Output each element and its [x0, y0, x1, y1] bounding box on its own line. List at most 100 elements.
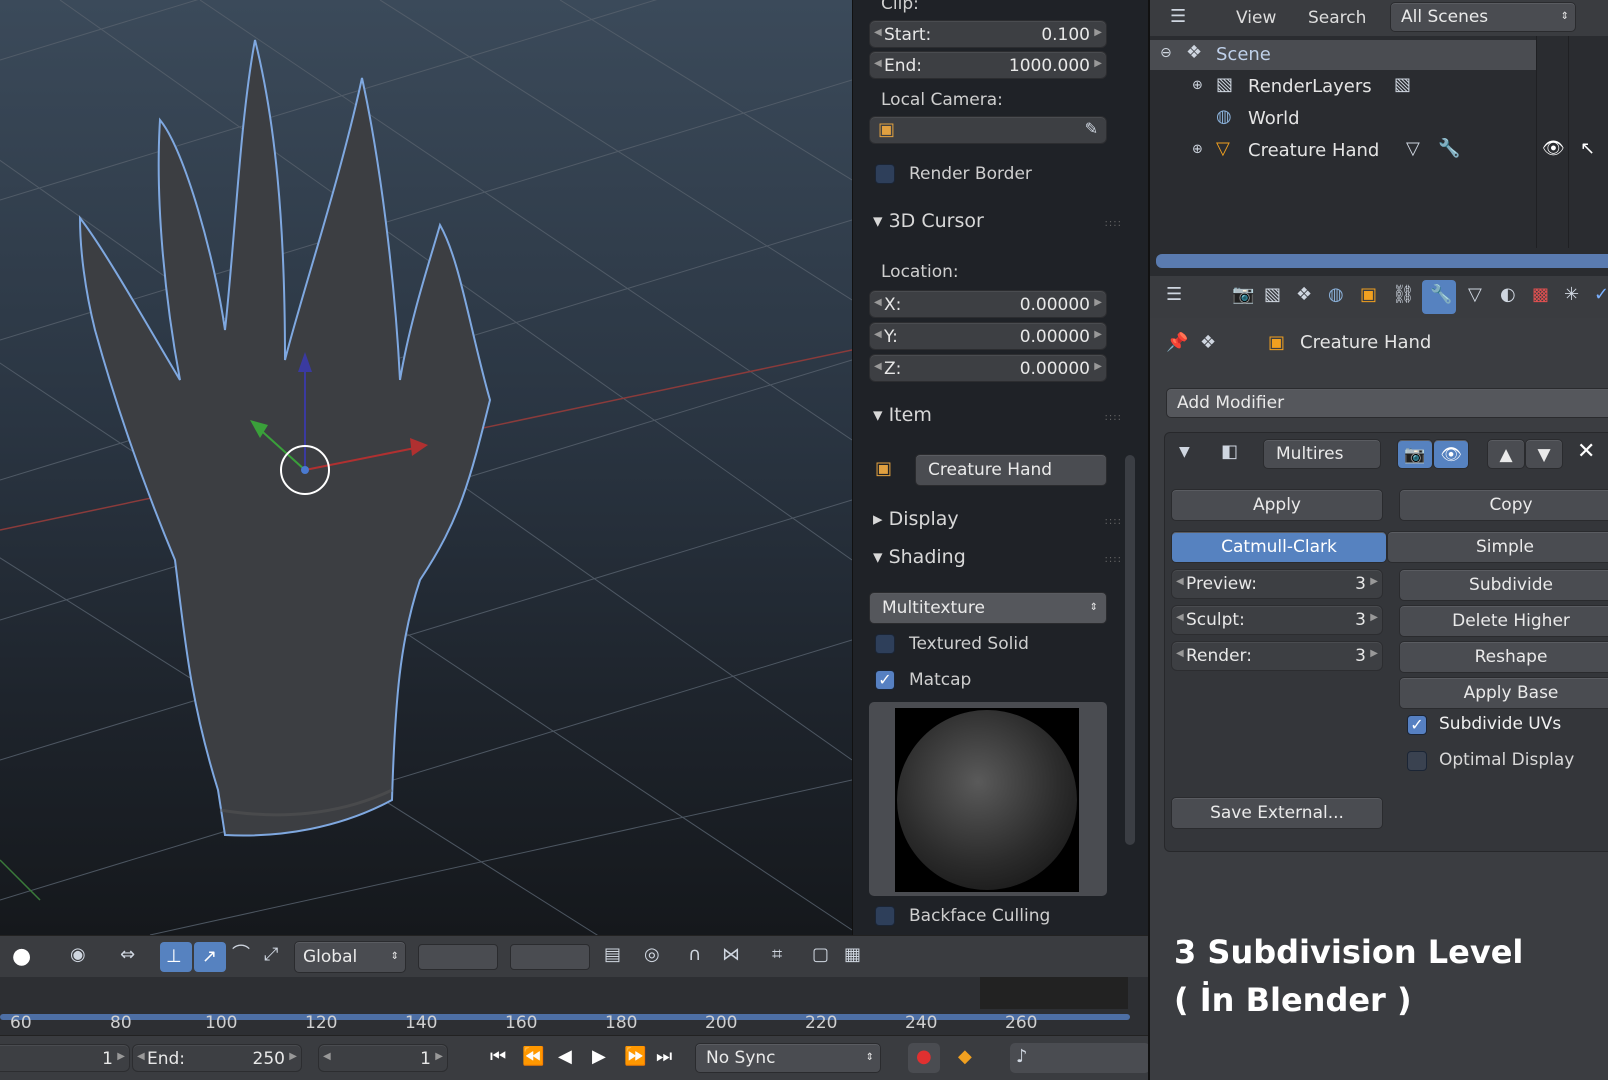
keying-set-field[interactable]: ♪ [1010, 1043, 1150, 1073]
translate-toggle[interactable]: ↗ [194, 942, 226, 972]
collapse-icon[interactable]: ⊖ [1160, 46, 1172, 60]
cursor-select-icon[interactable]: ↖ [1580, 140, 1595, 158]
apply-button[interactable]: Apply [1171, 489, 1383, 521]
collapse-arrow-icon[interactable]: ▼ [1179, 445, 1190, 459]
backface-culling-checkbox[interactable] [875, 906, 895, 926]
wrench-icon[interactable]: 🔧 [1438, 140, 1460, 158]
reshape-button[interactable]: Reshape [1399, 641, 1608, 673]
move-down-button[interactable]: ▼ [1525, 439, 1563, 469]
cursor-x-field[interactable]: ◀ X: 0.00000 ▶ [869, 290, 1107, 318]
play-reverse-icon[interactable]: ◀ [558, 1048, 572, 1066]
pin-icon[interactable]: 📌 [1166, 334, 1188, 352]
particles-tab-icon[interactable]: ✳ [1564, 286, 1579, 304]
record-button[interactable]: ● [908, 1043, 940, 1073]
editor-type-icon[interactable]: ☰ [1166, 286, 1182, 304]
drag-handle-icon[interactable]: :::: [1105, 554, 1122, 565]
layer-grid-2[interactable] [510, 944, 590, 970]
drag-handle-icon[interactable]: :::: [1105, 516, 1122, 527]
constraints-tab-icon[interactable]: ⛓ [1392, 286, 1415, 304]
render-camera-icon[interactable]: ▢ [812, 946, 829, 964]
jump-end-icon[interactable]: ⏭ [656, 1048, 672, 1066]
prev-keyframe-icon[interactable]: ⏪ [522, 1048, 544, 1066]
physics-tab-icon[interactable]: ✓ [1594, 286, 1608, 304]
render-border-checkbox[interactable] [875, 164, 895, 184]
scale-icon[interactable]: ⤢ [264, 946, 278, 964]
matcap-preview[interactable] [869, 702, 1107, 896]
object-tab-icon[interactable]: ▣ [1360, 286, 1377, 304]
outliner-row-scene[interactable]: ⊖ ❖ Scene [1150, 40, 1536, 70]
cursor-section-header[interactable]: ▾ 3D Cursor [873, 210, 984, 232]
pivot-icon[interactable]: ◉ [70, 946, 86, 964]
3d-viewport[interactable] [0, 0, 852, 935]
textured-solid-checkbox[interactable] [875, 634, 895, 654]
subdivide-button[interactable]: Subdivide [1399, 569, 1608, 601]
mesh-data-icon[interactable]: ▽ [1406, 140, 1420, 158]
save-external-button[interactable]: Save External... [1171, 797, 1383, 829]
jump-start-icon[interactable]: ⏮ [490, 1048, 506, 1066]
display-section-header[interactable]: ▸ Display [873, 508, 959, 530]
render-tab-icon[interactable]: 📷 [1232, 286, 1254, 304]
outliner-row-renderlayers[interactable]: ⊕ ▧ RenderLayers ▧ [1150, 72, 1536, 102]
expand-icon[interactable]: ⊕ [1192, 143, 1203, 156]
outliner-row-creature-hand[interactable]: ⊕ ▽ Creature Hand ▽ 🔧 👁 ↖ [1150, 136, 1608, 166]
clip-end-field[interactable]: ◀ End: 1000.000 ▶ [869, 51, 1107, 79]
manipulator-toggle[interactable]: ⊥ [160, 942, 192, 972]
clip-start-field[interactable]: ◀ Start: 0.100 ▶ [869, 20, 1107, 48]
outliner-scrollbar[interactable] [1156, 254, 1608, 268]
cursor-z-field[interactable]: ◀ Z: 0.00000 ▶ [869, 354, 1107, 382]
material-tab-icon[interactable]: ◐ [1500, 286, 1516, 304]
add-modifier-dropdown[interactable]: Add Modifier [1166, 388, 1608, 418]
outliner-view-menu[interactable]: View [1236, 8, 1276, 28]
simple-button[interactable]: Simple [1387, 531, 1608, 563]
scrollbar[interactable] [1125, 455, 1135, 845]
preview-levels-field[interactable]: ◀ Preview: 3 ▶ [1171, 569, 1383, 599]
cursor-y-field[interactable]: ◀ Y: 0.00000 ▶ [869, 322, 1107, 350]
catmull-clark-button[interactable]: Catmull-Clark [1171, 531, 1387, 563]
renderlayer-sub-icon[interactable]: ▧ [1394, 76, 1411, 94]
data-tab-icon[interactable]: ▽ [1468, 286, 1482, 304]
local-camera-field[interactable]: ▣ ✎ [869, 116, 1107, 144]
layer-grid-1[interactable] [418, 944, 498, 970]
scene-tab-icon[interactable]: ❖ [1296, 286, 1312, 304]
shading-mode-dropdown[interactable]: Multitexture ⇕ [869, 592, 1107, 624]
close-icon[interactable]: ✕ [1577, 441, 1595, 463]
eyedropper-icon[interactable]: ✎ [1085, 121, 1098, 137]
clapper-icon[interactable]: ▦ [844, 946, 861, 964]
expand-icon[interactable]: ⊕ [1192, 79, 1203, 92]
matcap-checkbox[interactable]: ✓ [875, 670, 895, 690]
layers-tab-icon[interactable]: ▧ [1264, 286, 1281, 304]
outliner-search-menu[interactable]: Search [1308, 8, 1366, 28]
orientation-dropdown[interactable]: Global ⇕ [294, 941, 406, 973]
snap-icon[interactable]: ∩ [688, 946, 701, 964]
drag-handle-icon[interactable]: :::: [1105, 412, 1122, 423]
item-name-field[interactable]: Creature Hand [915, 454, 1107, 486]
modifier-name-field[interactable]: Multires [1263, 439, 1381, 469]
end-frame-field[interactable]: ◀ End: 250 ▶ [132, 1044, 302, 1072]
next-keyframe-icon[interactable]: ⏩ [624, 1048, 646, 1066]
rotate-icon[interactable]: ⌒ [232, 946, 250, 964]
eye-icon[interactable]: 👁 [1542, 140, 1565, 158]
move-up-button[interactable]: ▲ [1487, 439, 1525, 469]
proportional-edit-icon[interactable]: ◎ [644, 946, 660, 964]
timeline[interactable]: 60 80 100 120 140 160 180 200 220 240 26… [0, 977, 1148, 1035]
render-levels-field[interactable]: ◀ Render: 3 ▶ [1171, 641, 1383, 671]
world-tab-icon[interactable]: ◍ [1328, 286, 1344, 304]
scenes-dropdown[interactable]: All Scenes ⇕ [1390, 2, 1576, 32]
snap-target-icon[interactable]: ⌗ [772, 946, 782, 964]
delete-higher-button[interactable]: Delete Higher [1399, 605, 1608, 637]
copy-button[interactable]: Copy [1399, 489, 1608, 521]
apply-base-button[interactable]: Apply Base [1399, 677, 1608, 709]
layer-lock-icon[interactable]: ▤ [604, 946, 621, 964]
move-arrows-icon[interactable]: ⇔ [120, 946, 135, 964]
drag-handle-icon[interactable]: :::: [1105, 218, 1122, 229]
play-icon[interactable]: ▶ [592, 1048, 606, 1066]
sculpt-levels-field[interactable]: ◀ Sculpt: 3 ▶ [1171, 605, 1383, 635]
subdivide-uvs-checkbox[interactable]: ✓ [1407, 715, 1427, 735]
sync-dropdown[interactable]: No Sync ⇕ [695, 1043, 881, 1073]
optimal-display-checkbox[interactable] [1407, 751, 1427, 771]
start-frame-field[interactable]: 1 ▶ [0, 1044, 130, 1072]
shading-section-header[interactable]: ▾ Shading [873, 546, 966, 568]
texture-tab-icon[interactable]: ▩ [1532, 286, 1549, 304]
outliner-row-world[interactable]: ◍ World [1150, 104, 1536, 134]
item-section-header[interactable]: ▾ Item [873, 404, 932, 426]
